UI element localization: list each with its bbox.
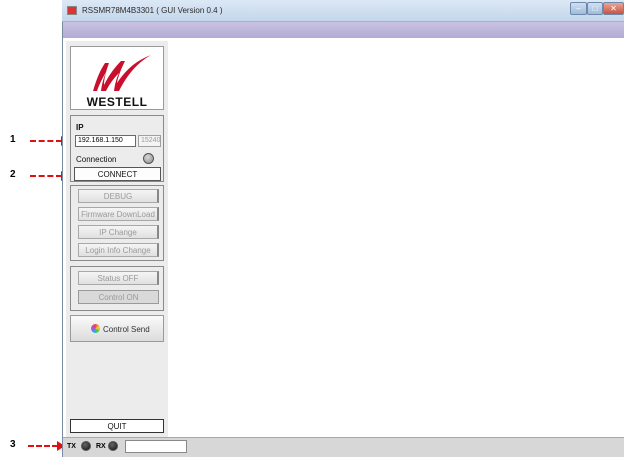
status-text-field xyxy=(125,440,187,453)
connect-button[interactable]: CONNECT xyxy=(74,167,161,181)
firmware-download-button[interactable]: Firmware DownLoad xyxy=(78,207,159,221)
annotation-2-label: 2 xyxy=(10,169,16,180)
ip-change-button[interactable]: IP Change xyxy=(78,225,159,239)
close-button[interactable]: ✕ xyxy=(603,2,624,15)
westell-wordmark: WESTELL xyxy=(86,95,148,109)
control-send-label: Control Send xyxy=(103,325,150,334)
annotation-3-arrow xyxy=(28,445,58,447)
ip-address-field[interactable]: 192.168.1.150 xyxy=(75,135,136,147)
control-on-button[interactable]: Control ON xyxy=(78,290,159,304)
maximize-button[interactable]: □ xyxy=(587,2,603,15)
ip-label: IP xyxy=(76,123,84,132)
status-off-button[interactable]: Status OFF xyxy=(78,271,159,285)
rx-label: RX xyxy=(96,443,106,450)
debug-button[interactable]: DEBUG xyxy=(78,189,159,203)
annotation-3-label: 3 xyxy=(10,439,16,450)
connection-status-led xyxy=(143,153,154,164)
rx-led xyxy=(108,441,118,451)
window-title: RSSMR78M4B3301 ( GUI Version 0.4 ) xyxy=(82,6,223,15)
annotation-1-label: 1 xyxy=(10,134,16,145)
annotation-1-arrow xyxy=(30,140,62,142)
minimize-button[interactable]: – xyxy=(570,2,587,15)
annotation-2-arrow xyxy=(30,175,62,177)
tx-label: TX xyxy=(67,443,76,450)
connection-label: Connection xyxy=(76,155,117,164)
control-send-icon xyxy=(91,324,100,333)
port-field[interactable]: 15240 xyxy=(138,135,161,147)
quit-button[interactable]: QUIT xyxy=(70,419,164,433)
tx-led xyxy=(81,441,91,451)
menu-bar xyxy=(63,22,624,38)
login-info-change-button[interactable]: Login Info Change xyxy=(78,243,159,257)
app-icon xyxy=(67,6,77,15)
